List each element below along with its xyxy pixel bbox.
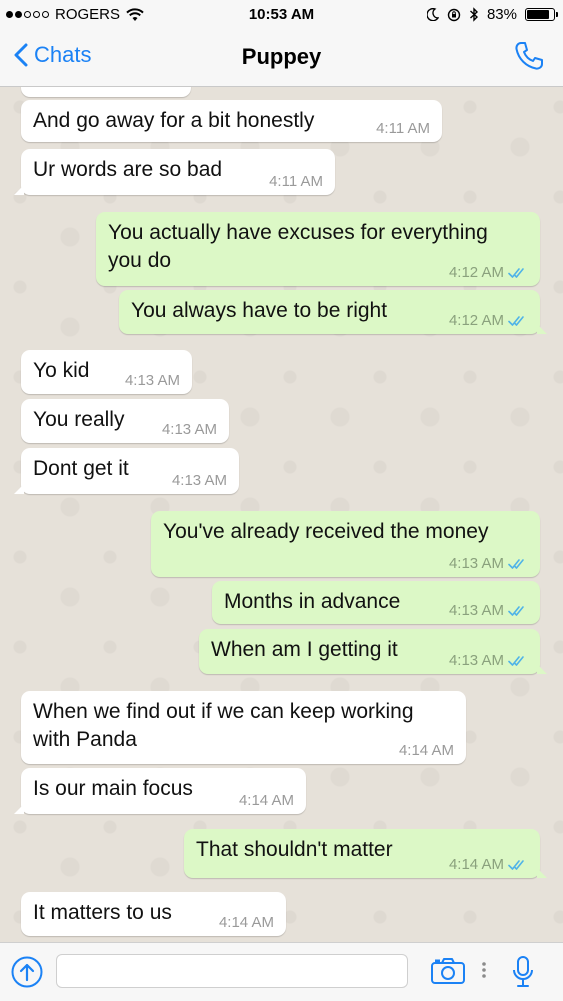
more-dots-icon[interactable] bbox=[481, 960, 487, 980]
outgoing-message[interactable]: When am I getting it 4:13 AM bbox=[199, 629, 547, 674]
message-timestamp: 4:12 AM bbox=[448, 264, 504, 281]
status-right: 83% bbox=[426, 6, 558, 23]
phone-icon bbox=[515, 42, 543, 70]
message-time: 4:13 AM bbox=[449, 653, 528, 668]
message-text: When we find out if we can keep working w… bbox=[33, 698, 454, 754]
message-timestamp: 4:11 AM bbox=[269, 173, 323, 190]
message-time: 4:11 AM bbox=[376, 121, 430, 136]
message-list[interactable]: And go away for a bit honestly 4:11 AM Ur … bbox=[0, 87, 563, 942]
read-receipt-icon bbox=[508, 605, 524, 616]
bubble-tail bbox=[14, 804, 24, 814]
message-time: 4:13 AM bbox=[172, 473, 227, 488]
incoming-message[interactable]: Dont get it 4:13 AM bbox=[14, 448, 239, 494]
microphone-icon bbox=[513, 956, 533, 987]
message-timestamp: 4:14 AM bbox=[448, 856, 504, 873]
message-timestamp: 4:13 AM bbox=[448, 602, 504, 619]
read-receipt-icon bbox=[508, 859, 524, 870]
bubble-tail bbox=[14, 185, 24, 195]
message-text: And go away for a bit honestly bbox=[33, 107, 430, 135]
message-line: You actually have excuses for everything bbox=[108, 221, 488, 244]
message-timestamp: 4:14 AM bbox=[218, 914, 274, 931]
read-receipt-icon bbox=[508, 558, 524, 569]
message-timestamp: 4:13 AM bbox=[171, 472, 227, 489]
voice-message-button[interactable] bbox=[511, 955, 535, 994]
bubble-tail bbox=[537, 868, 547, 878]
incoming-message[interactable]: You really 4:13 AM bbox=[21, 399, 229, 443]
camera-icon bbox=[431, 958, 465, 984]
camera-button[interactable] bbox=[430, 957, 466, 990]
call-button[interactable] bbox=[513, 40, 545, 77]
outgoing-message[interactable]: You always have to be right 4:12 AM bbox=[119, 290, 547, 334]
message-timestamp: 4:14 AM bbox=[398, 742, 454, 759]
upload-arrow-icon bbox=[11, 956, 43, 988]
rotation-lock-icon bbox=[447, 8, 461, 21]
moon-icon bbox=[426, 8, 439, 21]
message-timestamp: 4:13 AM bbox=[124, 372, 180, 389]
outgoing-message[interactable]: You've already received the money 4:13 AM bbox=[151, 511, 540, 577]
read-receipt-icon bbox=[508, 655, 524, 666]
incoming-message[interactable]: It matters to us 4:14 AM bbox=[21, 892, 286, 936]
message-time: 4:13 AM bbox=[162, 422, 217, 437]
input-bar bbox=[0, 942, 563, 1001]
message-line: When we find out if we can keep working bbox=[33, 700, 414, 723]
message-time: 4:14 AM bbox=[239, 793, 294, 808]
message-time: 4:13 AM bbox=[449, 556, 528, 571]
battery-icon bbox=[525, 8, 558, 21]
message-timestamp: 4:13 AM bbox=[448, 652, 504, 669]
outgoing-message[interactable]: That shouldn't matter 4:14 AM bbox=[184, 829, 547, 878]
chat-title[interactable]: Puppey bbox=[0, 44, 563, 70]
outgoing-message[interactable]: Months in advance 4:13 AM bbox=[212, 581, 540, 624]
read-receipt-icon bbox=[508, 267, 524, 278]
bubble-tail bbox=[537, 664, 547, 674]
incoming-message[interactable]: Is our main focus 4:14 AM bbox=[14, 768, 306, 814]
nav-bar: Chats Puppey bbox=[0, 30, 563, 87]
message-time: 4:14 AM bbox=[449, 857, 528, 872]
battery-percent: 83% bbox=[486, 6, 517, 23]
message-timestamp: 4:13 AM bbox=[448, 555, 504, 572]
message-time: 4:12 AM bbox=[449, 265, 528, 280]
incoming-message[interactable]: And go away for a bit honestly 4:11 AM bbox=[21, 100, 442, 142]
message-time: 4:12 AM bbox=[449, 313, 528, 328]
message-text: You've already received the money bbox=[163, 518, 528, 546]
message-timestamp: 4:12 AM bbox=[448, 312, 504, 329]
outgoing-message[interactable]: You actually have excuses for everything… bbox=[96, 212, 540, 286]
bluetooth-icon bbox=[469, 7, 478, 22]
message-timestamp: 4:11 AM bbox=[376, 120, 430, 137]
message-time: 4:13 AM bbox=[125, 373, 180, 388]
partial-message-bubble bbox=[21, 87, 191, 97]
bubble-tail bbox=[537, 324, 547, 334]
message-input[interactable] bbox=[56, 954, 408, 988]
status-bar: ROGERS 10:53 AM 83% bbox=[0, 0, 563, 30]
message-time: 4:14 AM bbox=[399, 743, 454, 758]
message-time: 4:14 AM bbox=[219, 915, 274, 930]
bubble-tail bbox=[14, 484, 24, 494]
attach-button[interactable] bbox=[11, 956, 43, 993]
read-receipt-icon bbox=[508, 315, 524, 326]
message-time: 4:13 AM bbox=[449, 603, 528, 618]
message-line: And go away for a bit honestly bbox=[33, 109, 315, 132]
message-line: with Panda bbox=[33, 728, 137, 751]
message-line: You've already received the money bbox=[163, 520, 489, 543]
message-timestamp: 4:14 AM bbox=[238, 792, 294, 809]
incoming-message[interactable]: Ur words are so bad 4:11 AM bbox=[14, 149, 335, 195]
incoming-message[interactable]: When we find out if we can keep working w… bbox=[21, 691, 466, 764]
message-timestamp: 4:13 AM bbox=[161, 421, 217, 438]
incoming-message[interactable]: Yo kid 4:13 AM bbox=[21, 350, 192, 394]
message-time: 4:11 AM bbox=[269, 174, 323, 189]
